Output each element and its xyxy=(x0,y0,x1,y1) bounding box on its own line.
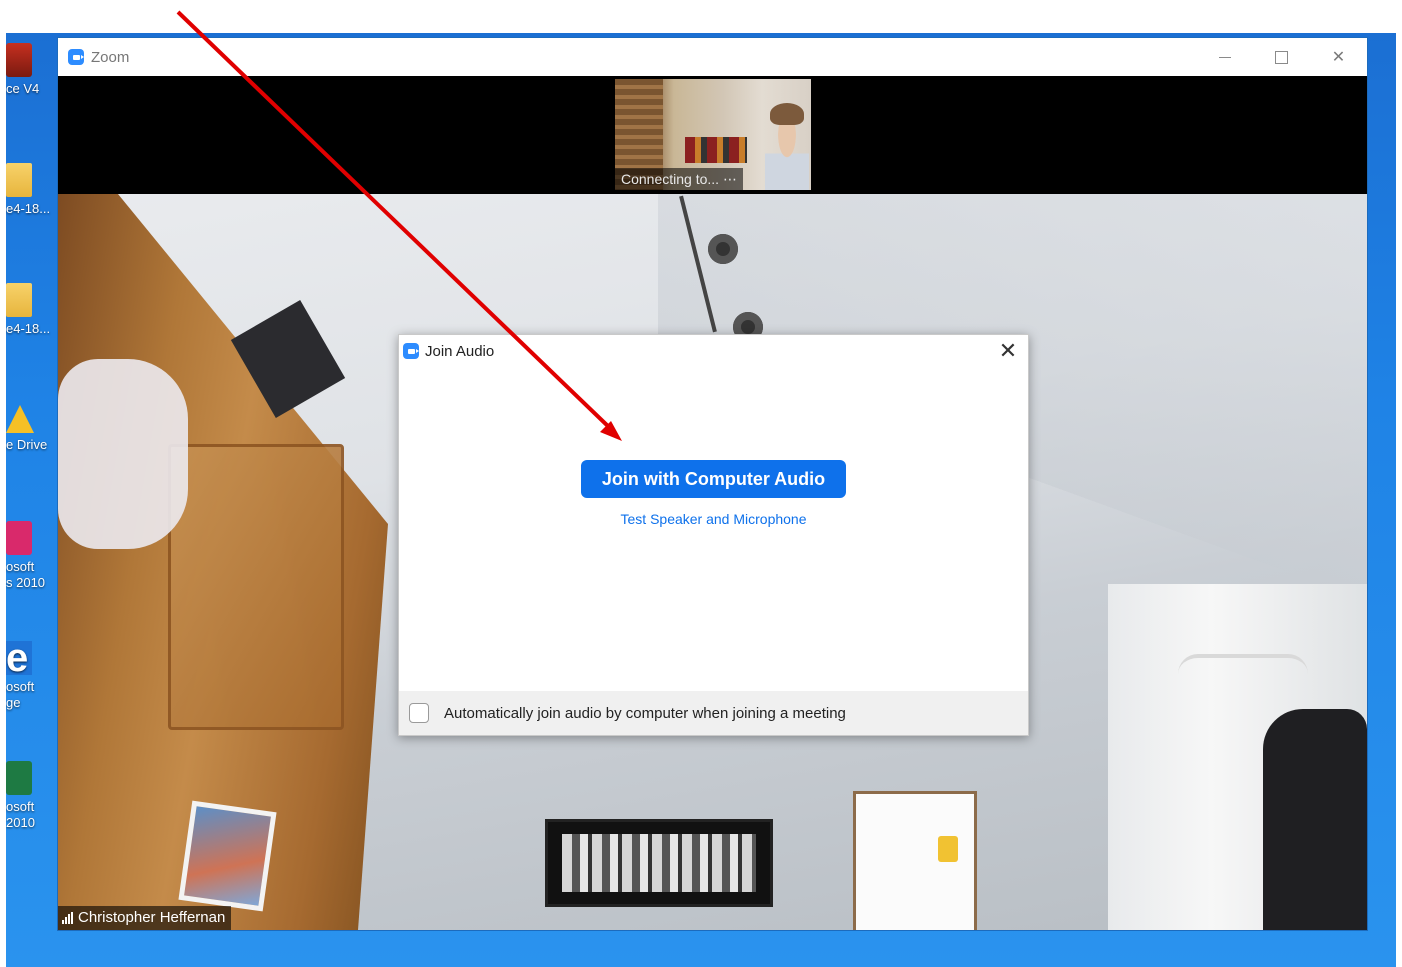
desktop-icon-label: e4-18... xyxy=(6,201,51,216)
window-titlebar[interactable]: Zoom ✕ xyxy=(58,38,1367,76)
desktop-icon-game[interactable]: ce V4 xyxy=(6,43,58,97)
desktop-icon-label: ce V4 xyxy=(6,81,40,96)
desktop-icon-zip-2[interactable]: e4-18... xyxy=(6,283,58,337)
join-audio-dialog: Join Audio ✕ Join with Computer Audio Te… xyxy=(398,334,1029,736)
close-icon: ✕ xyxy=(1331,49,1346,66)
minimize-button[interactable] xyxy=(1196,38,1253,76)
desktop-icon-label: e4-18... xyxy=(6,321,51,336)
dialog-footer: Automatically join audio by computer whe… xyxy=(399,691,1028,735)
minimize-icon xyxy=(1218,56,1231,58)
window-title: Zoom xyxy=(91,48,130,66)
auto-join-label: Automatically join audio by computer whe… xyxy=(444,704,846,722)
desktop-icon-label: osoft 2010 xyxy=(6,799,35,830)
edge-icon: e xyxy=(6,638,32,678)
video-photo-frame xyxy=(545,819,773,907)
dialog-titlebar[interactable]: Join Audio xyxy=(399,335,1028,367)
join-computer-audio-button[interactable]: Join with Computer Audio xyxy=(581,460,846,498)
close-icon: ✕ xyxy=(998,338,1018,363)
dialog-title: Join Audio xyxy=(425,342,495,360)
excel-icon xyxy=(6,761,32,795)
test-speaker-microphone-link[interactable]: Test Speaker and Microphone xyxy=(399,511,1028,527)
desktop-icon-edge[interactable]: e osoft ge xyxy=(6,638,58,711)
desktop-icon-drive[interactable]: e Drive xyxy=(6,405,58,453)
game-icon xyxy=(6,43,32,77)
desktop-icon-label: e Drive xyxy=(6,437,48,452)
zoom-logo-icon xyxy=(403,343,419,359)
zoom-logo-icon xyxy=(68,49,84,65)
participant-name-tag: Christopher Heffernan xyxy=(58,906,232,930)
desktop-icon-label: osoft s 2010 xyxy=(6,559,46,590)
signal-strength-icon xyxy=(62,912,73,924)
video-track-light xyxy=(678,194,763,342)
maximize-icon xyxy=(1275,50,1288,64)
maximize-button[interactable] xyxy=(1253,38,1310,76)
auto-join-checkbox[interactable] xyxy=(409,703,429,723)
zip-folder-icon xyxy=(6,283,32,317)
thumb-posters xyxy=(685,137,747,163)
google-drive-icon xyxy=(6,405,34,433)
video-small-photo xyxy=(178,800,277,912)
desktop-icon-publisher[interactable]: osoft s 2010 xyxy=(6,521,58,591)
video-heart-decoration xyxy=(58,359,188,549)
window-close-button[interactable]: ✕ xyxy=(1310,38,1367,76)
zip-folder-icon xyxy=(6,163,32,197)
thumb-hair xyxy=(770,103,804,125)
video-coat xyxy=(1263,709,1367,930)
publisher-icon xyxy=(6,521,32,555)
connecting-status: Connecting to... ⋯ xyxy=(615,168,743,190)
thumbnail-strip: Connecting to... ⋯ xyxy=(58,76,1367,194)
participant-name: Christopher Heffernan xyxy=(78,909,226,926)
desktop-icon-zip-1[interactable]: e4-18... xyxy=(6,163,58,217)
dialog-close-button[interactable]: ✕ xyxy=(994,337,1022,365)
video-wardrobe-panel xyxy=(168,444,344,730)
self-video-thumbnail[interactable]: Connecting to... ⋯ xyxy=(615,79,811,190)
desktop-icon-label: osoft ge xyxy=(6,679,35,710)
video-whiteboard xyxy=(853,791,977,930)
window-controls: ✕ xyxy=(1196,38,1367,76)
desktop-icon-excel[interactable]: osoft 2010 xyxy=(6,761,58,831)
